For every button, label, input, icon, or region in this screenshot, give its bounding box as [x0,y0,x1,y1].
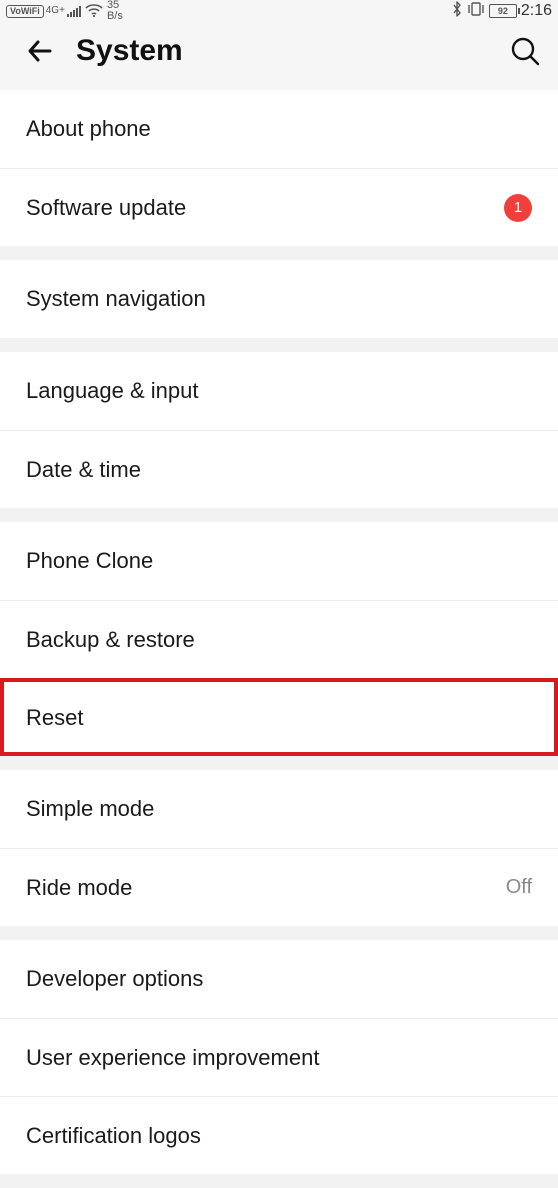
settings-item-label: System navigation [26,286,206,312]
wifi-icon [85,4,103,18]
settings-item[interactable]: Certification logos [0,1096,558,1174]
status-bar: VoWiFi 4G+ 35 [0,0,558,23]
search-icon [510,36,540,66]
settings-item[interactable]: Language & input [0,352,558,430]
settings-group: System navigation [0,260,558,338]
settings-group: Language & input Date & time [0,352,558,508]
signal-icon [67,5,83,17]
screen: VoWiFi 4G+ 35 [0,0,558,1188]
settings-item-label: Certification logos [26,1123,201,1149]
settings-item-label: About phone [26,116,151,142]
settings-item[interactable]: Reset [0,678,558,756]
battery-icon: 92 [489,4,517,18]
vibrate-icon [467,1,485,21]
settings-group: About phone Software update 1 [0,90,558,246]
header: System [0,23,558,90]
settings-item[interactable]: System navigation [0,260,558,338]
settings-item[interactable]: User experience improvement [0,1018,558,1096]
vowifi-icon: VoWiFi [6,5,44,18]
settings-group: Phone Clone Backup & restore Reset [0,522,558,756]
settings-item-label: Developer options [26,966,203,992]
settings-item-label: Language & input [26,378,199,404]
settings-group: Simple mode Ride mode Off [0,770,558,926]
status-right: 92 2:16 [451,1,552,21]
notification-badge: 1 [504,194,532,222]
settings-item[interactable]: Date & time [0,430,558,508]
clock: 2:16 [521,2,552,20]
network-speed: 35 B/s [107,0,123,22]
settings-item[interactable]: Software update 1 [0,168,558,246]
bluetooth-icon [451,1,463,21]
back-button[interactable] [18,29,62,73]
settings-item-label: Reset [26,705,83,731]
status-left: VoWiFi 4G+ 35 [6,0,123,22]
settings-item-label: Phone Clone [26,548,153,574]
settings-item[interactable]: Simple mode [0,770,558,848]
settings-item-label: Ride mode [26,875,132,901]
settings-item[interactable]: Phone Clone [0,522,558,600]
settings-item-label: User experience improvement [26,1045,319,1071]
settings-item[interactable]: Ride mode Off [0,848,558,926]
network-gen-label: 4G+ [46,6,65,16]
settings-item-label: Date & time [26,457,141,483]
settings-list: About phone Software update 1 System naviga… [0,90,558,1188]
settings-item[interactable]: Backup & restore [0,600,558,678]
back-arrow-icon [24,35,56,67]
settings-group: Developer options User experience improve… [0,940,558,1174]
network-speed-unit: B/s [107,11,123,22]
search-button[interactable] [506,34,540,68]
settings-item-label: Backup & restore [26,627,195,653]
settings-item[interactable]: Developer options [0,940,558,1018]
settings-item-label: Software update [26,195,186,221]
page-title: System [76,34,183,68]
settings-item[interactable]: About phone [0,90,558,168]
settings-item-label: Simple mode [26,796,154,822]
settings-item-value: Off [506,876,532,899]
battery-level: 92 [498,6,508,16]
